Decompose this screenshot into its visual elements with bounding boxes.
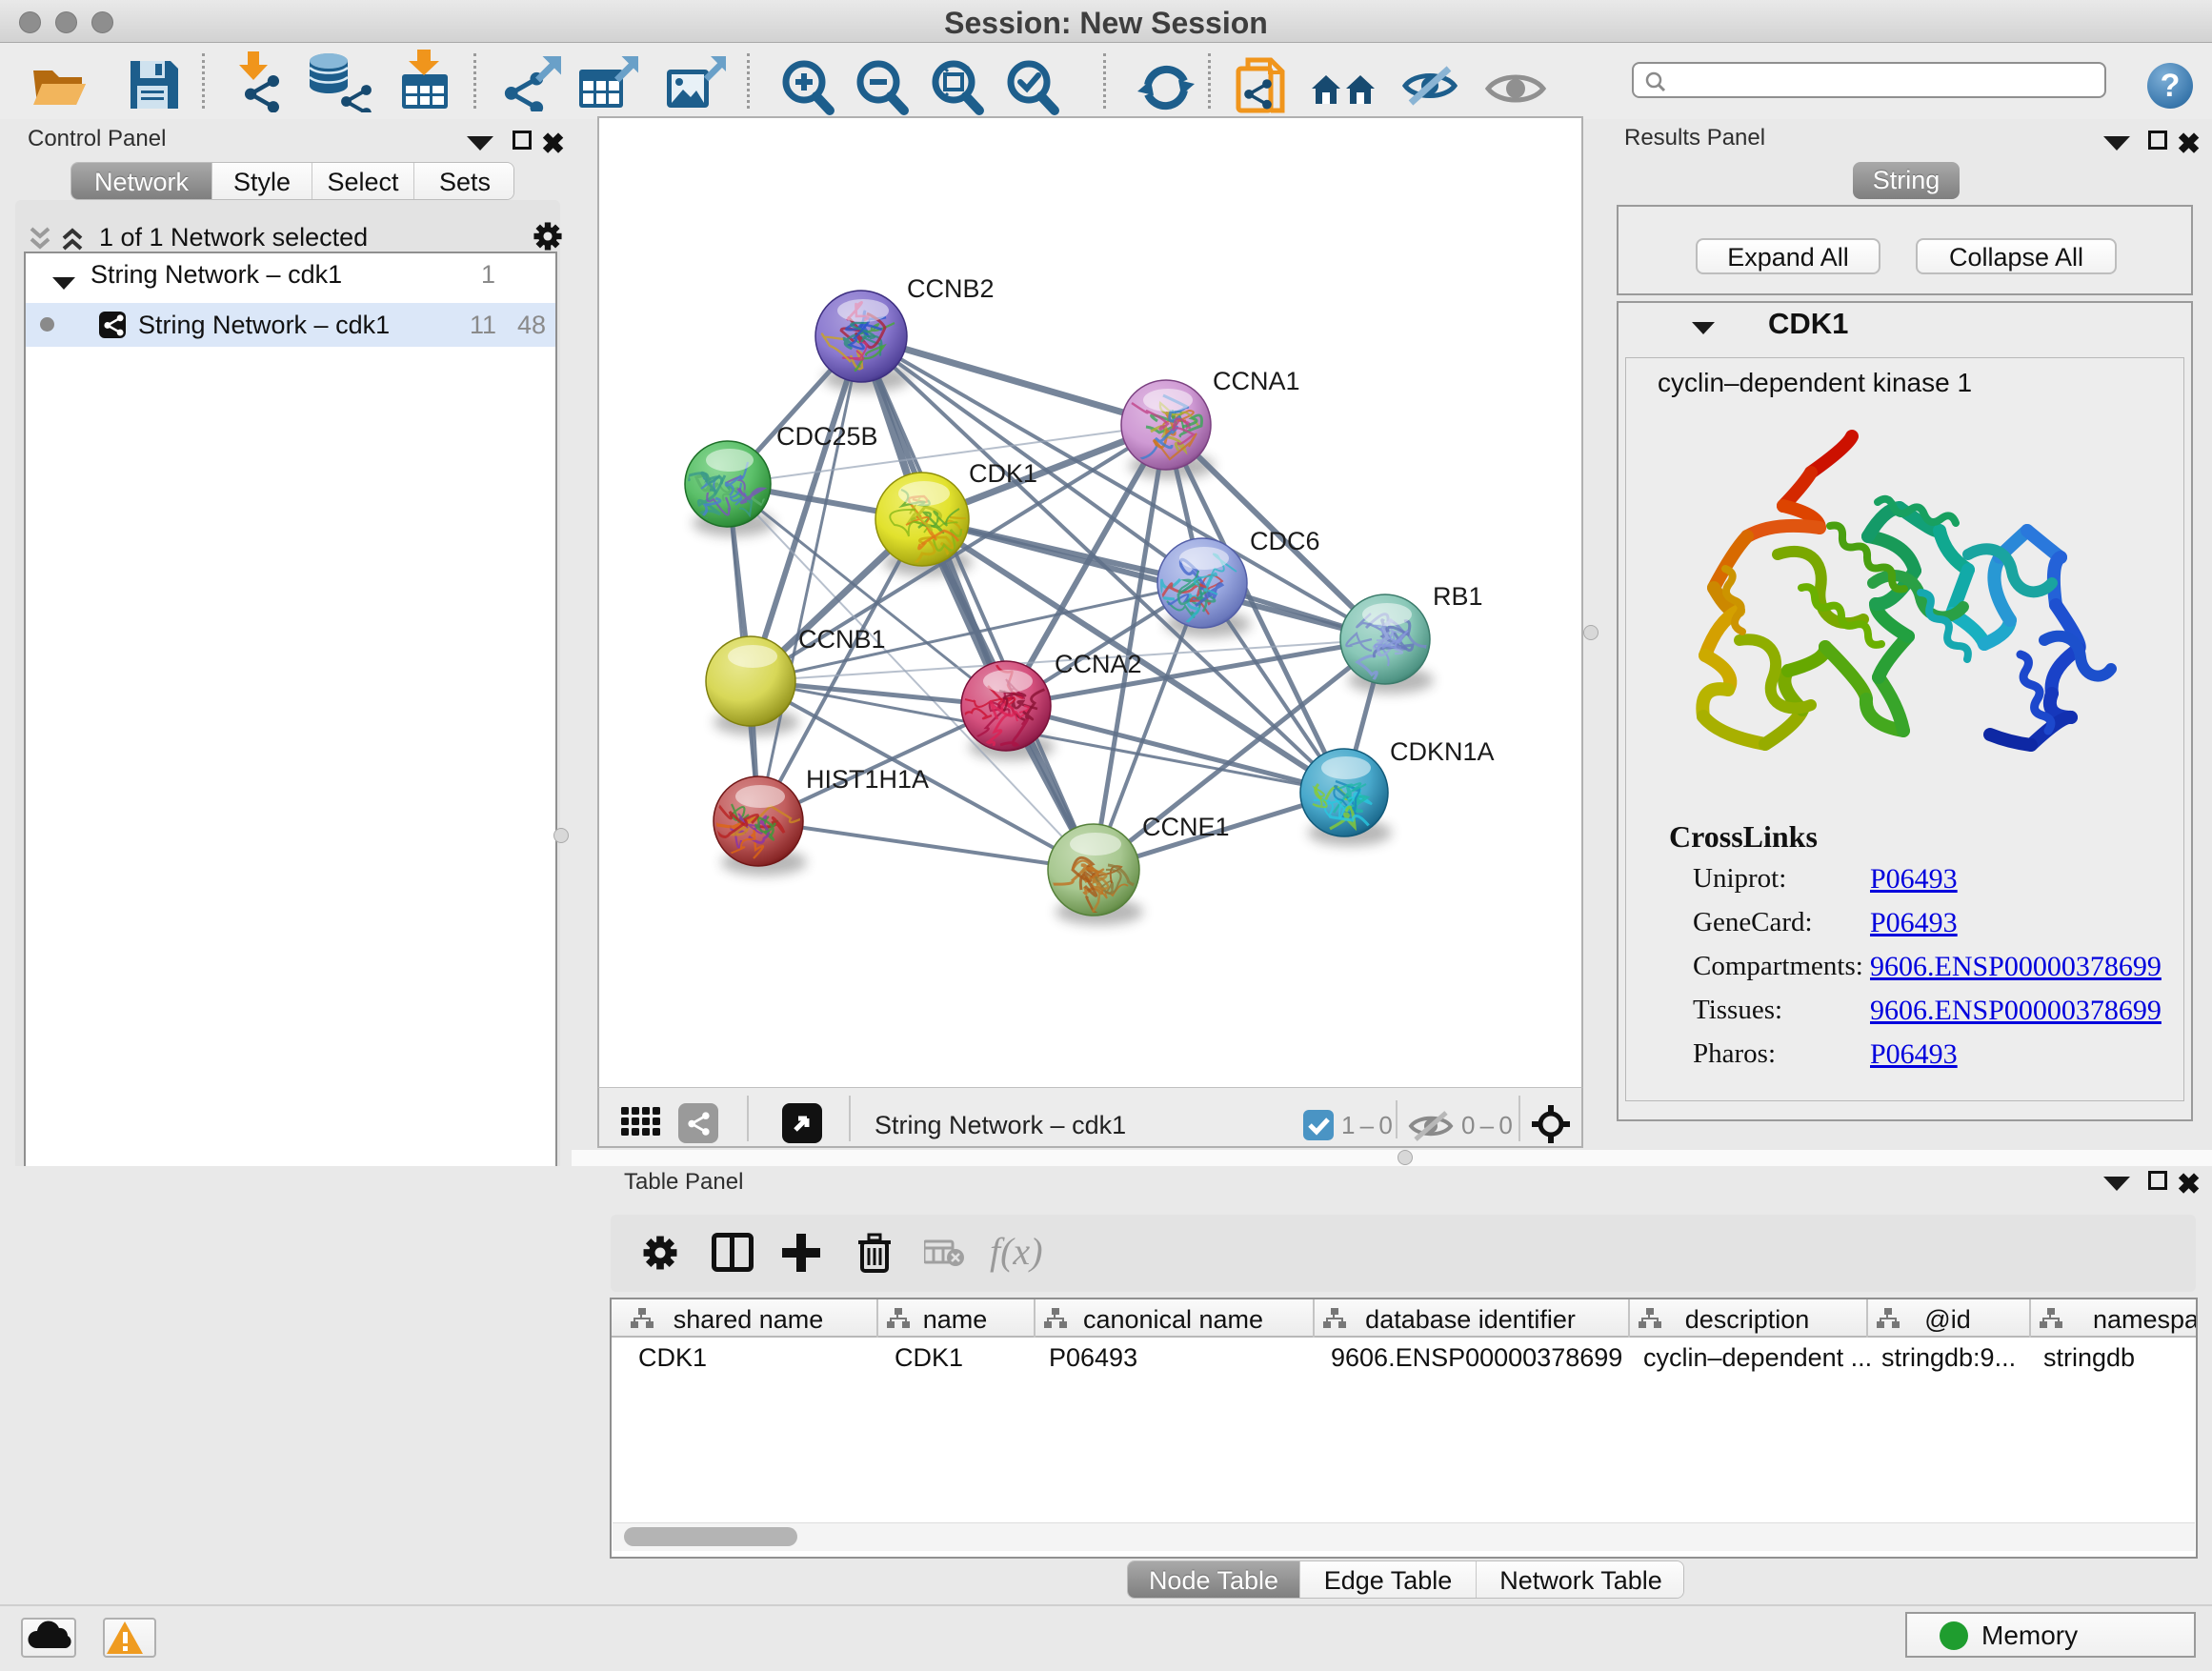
svg-text:CCNB1: CCNB1 [798,625,886,654]
svg-text:RB1: RB1 [1433,582,1483,611]
svg-text:CDK1: CDK1 [969,459,1037,488]
svg-text:CDC6: CDC6 [1250,527,1320,555]
svg-text:CCNB2: CCNB2 [907,274,995,303]
svg-text:CDKN1A: CDKN1A [1390,737,1495,766]
svg-text:CCNA2: CCNA2 [1055,650,1142,678]
svg-text:HIST1H1A: HIST1H1A [806,765,929,794]
svg-text:CCNE1: CCNE1 [1142,813,1230,841]
svg-text:CCNA1: CCNA1 [1213,367,1300,395]
svg-text:CDC25B: CDC25B [776,422,878,451]
